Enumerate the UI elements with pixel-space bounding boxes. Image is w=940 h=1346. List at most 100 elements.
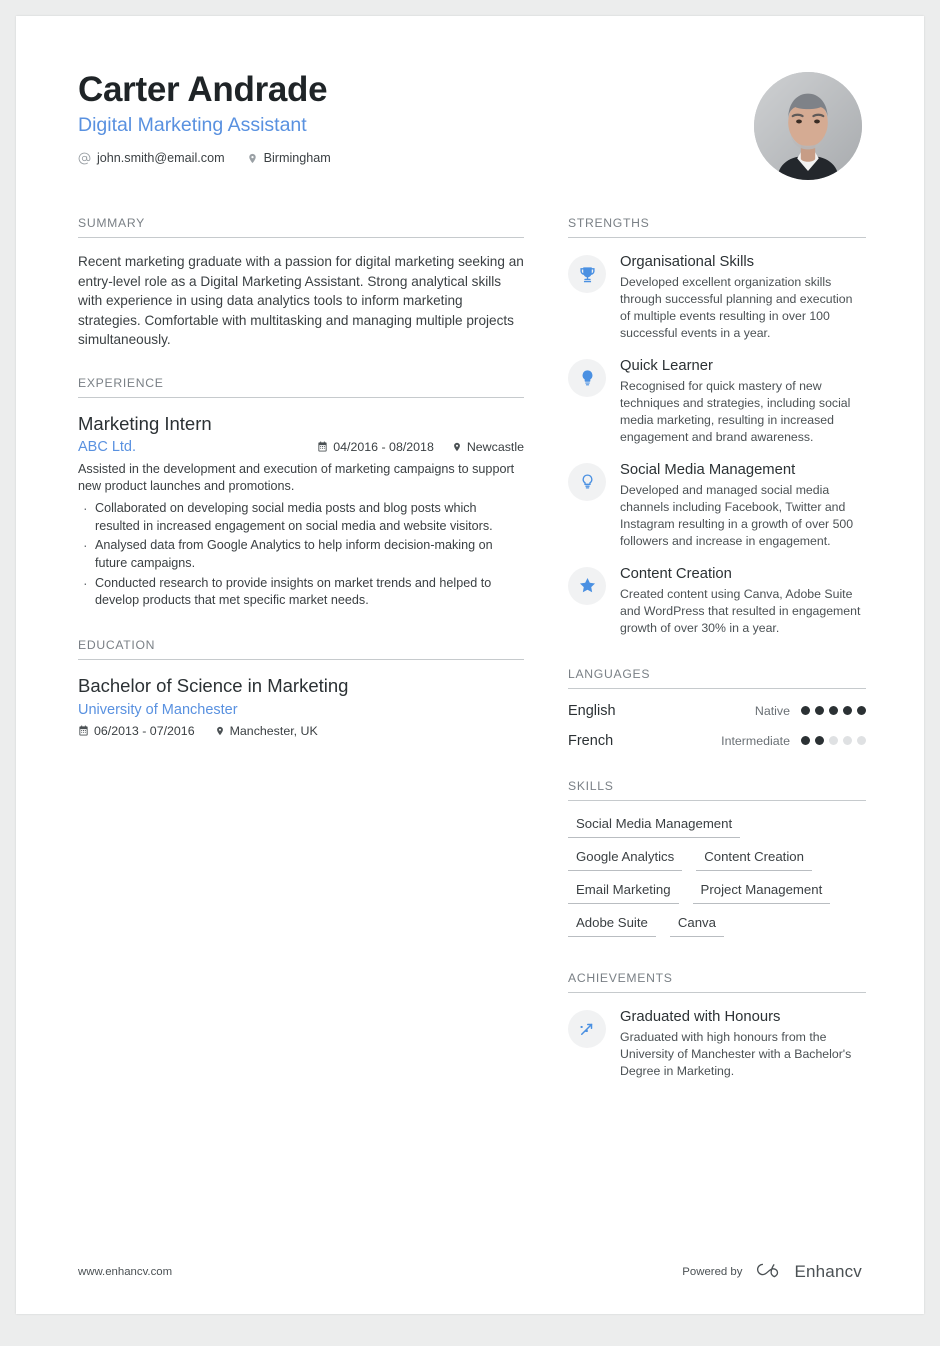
footer-url[interactable]: www.enhancv.com	[78, 1266, 172, 1278]
header-text-block: Carter Andrade Digital Marketing Assista…	[78, 62, 331, 165]
list-item: Analysed data from Google Analytics to h…	[78, 536, 524, 572]
list-item: Conducted research to provide insights o…	[78, 574, 524, 610]
avatar	[754, 72, 862, 180]
experience-bullets: Collaborated on developing social media …	[78, 499, 524, 610]
strength-description: Created content using Canva, Adobe Suite…	[620, 587, 861, 635]
skill-tag: Email Marketing	[568, 880, 679, 904]
education-dates-text: 06/2013 - 07/2016	[94, 723, 195, 738]
education-institution: University of Manchester	[78, 701, 238, 718]
location-pin-icon	[247, 152, 258, 165]
rating-dot	[801, 706, 810, 716]
experience-location: Newcastle	[452, 440, 524, 454]
language-level: Intermediate	[721, 733, 790, 748]
experience-dates: 04/2016 - 08/2018	[317, 440, 434, 454]
section-title-experience: EXPERIENCE	[78, 375, 164, 390]
location-pin-icon	[215, 725, 225, 737]
powered-by-label: Powered by	[682, 1266, 743, 1278]
right-column: STRENGTHS Organisational Skills Develope…	[568, 216, 866, 1088]
contact-email-text: john.smith@email.com	[97, 151, 225, 166]
contact-location: Birmingham	[247, 151, 331, 165]
skills-list: Social Media Management Google Analytics C…	[568, 801, 866, 937]
education-location-text: Manchester, UK	[229, 723, 318, 738]
strength-title: Social Media Management	[620, 461, 796, 478]
rating-dot	[801, 736, 810, 746]
rating-dot	[829, 706, 838, 716]
footer: www.enhancv.com Powered by Enhancv	[78, 1260, 862, 1284]
section-title-summary: SUMMARY	[78, 216, 145, 230]
skill-tag: Content Creation	[696, 847, 812, 871]
enhancv-brand-name: Enhancv	[794, 1262, 862, 1281]
rating-dot	[829, 736, 838, 746]
calendar-icon	[78, 725, 89, 736]
experience-dates-text: 04/2016 - 08/2018	[333, 439, 434, 454]
skill-tag: Canva	[669, 913, 724, 937]
skill-tag: Google Analytics	[568, 847, 683, 871]
experience-description: Assisted in the development and executio…	[78, 461, 515, 494]
section-title-strengths: STRENGTHS	[568, 216, 650, 230]
language-name: English	[568, 702, 616, 719]
experience-entry: Marketing Intern ABC Ltd. 04/2016 - 08/2	[78, 398, 524, 610]
section-title-achievements: ACHIEVEMENTS	[568, 970, 673, 985]
rating-dot	[857, 736, 866, 746]
language-level: Native	[754, 703, 790, 718]
contact-email: john.smith@email.com	[78, 151, 225, 165]
strength-item: Organisational Skills Developed excellen…	[568, 238, 866, 342]
rating-dot	[843, 706, 852, 716]
section-strengths: STRENGTHS Organisational Skills Develope…	[568, 216, 866, 637]
job-title: Digital Marketing Assistant	[78, 114, 307, 137]
contact-row: john.smith@email.com Birmingham	[78, 151, 331, 165]
strength-title: Quick Learner	[620, 357, 713, 374]
section-summary: SUMMARY Recent marketing graduate with a…	[78, 216, 524, 350]
experience-company: ABC Ltd.	[78, 438, 137, 455]
language-row: French Intermediate	[568, 719, 866, 749]
experience-location-text: Newcastle	[466, 439, 524, 454]
rating-dot	[815, 706, 824, 716]
strength-title: Organisational Skills	[620, 254, 755, 270]
language-row: English Native	[568, 689, 866, 719]
strength-title: Content Creation	[620, 565, 732, 582]
contact-location-text: Birmingham	[263, 151, 331, 166]
trophy-icon	[568, 255, 606, 293]
experience-meta-row: ABC Ltd. 04/2016 - 08/2018 Newcastle	[78, 439, 524, 455]
skill-tag: Project Management	[692, 880, 831, 904]
lightbulb-icon	[568, 358, 606, 397]
language-rating-dots	[801, 736, 866, 746]
resume-page: Carter Andrade Digital Marketing Assista…	[16, 16, 924, 1314]
section-achievements: ACHIEVEMENTS Graduated with Honours Grad…	[568, 971, 866, 1080]
language-name: French	[568, 732, 614, 749]
trending-arrow-icon	[568, 1009, 606, 1048]
summary-text: Recent marketing graduate with a passion…	[78, 254, 524, 348]
strength-description: Developed and managed social media chann…	[620, 483, 854, 548]
section-title-languages: LANGUAGES	[568, 666, 651, 681]
section-title-education: EDUCATION	[78, 637, 156, 652]
strength-description: Recognised for quick mastery of new tech…	[620, 379, 851, 444]
section-education: EDUCATION Bachelor of Science in Marketi…	[78, 638, 524, 738]
education-entry: Bachelor of Science in Marketing Univers…	[78, 660, 524, 738]
skill-tag: Adobe Suite	[568, 913, 656, 937]
strength-item: Social Media Management Developed and ma…	[568, 446, 866, 550]
education-dates: 06/2013 - 07/2016	[78, 724, 195, 738]
section-languages: LANGUAGES English Native French Intermed…	[568, 667, 866, 749]
location-pin-icon	[452, 441, 462, 453]
achievement-item: Graduated with Honours Graduated with hi…	[568, 993, 866, 1080]
content-columns: SUMMARY Recent marketing graduate with a…	[78, 216, 866, 1088]
page-title: Carter Andrade	[78, 70, 328, 109]
education-degree: Bachelor of Science in Marketing	[78, 674, 349, 696]
left-column: SUMMARY Recent marketing graduate with a…	[78, 216, 524, 1088]
strength-item: Quick Learner Recognised for quick maste…	[568, 342, 866, 446]
at-icon	[78, 152, 91, 165]
section-experience: EXPERIENCE Marketing Intern ABC Ltd. 04/…	[78, 376, 524, 610]
achievement-title: Graduated with Honours	[620, 1008, 781, 1025]
rating-dot	[843, 736, 852, 746]
experience-title: Marketing Intern	[78, 412, 212, 434]
calendar-icon	[317, 441, 328, 452]
rating-dot	[815, 736, 824, 746]
strength-description: Developed excellent organization skills …	[620, 275, 853, 341]
star-icon	[568, 566, 606, 605]
achievement-description: Graduated with high honours from the Uni…	[620, 1030, 852, 1078]
section-skills: SKILLS Social Media Management Google Ana…	[568, 779, 866, 937]
enhancv-logo-icon	[755, 1260, 785, 1284]
skill-tag: Social Media Management	[568, 814, 741, 838]
rating-dot	[857, 706, 866, 716]
resume-header: Carter Andrade Digital Marketing Assista…	[78, 62, 862, 180]
